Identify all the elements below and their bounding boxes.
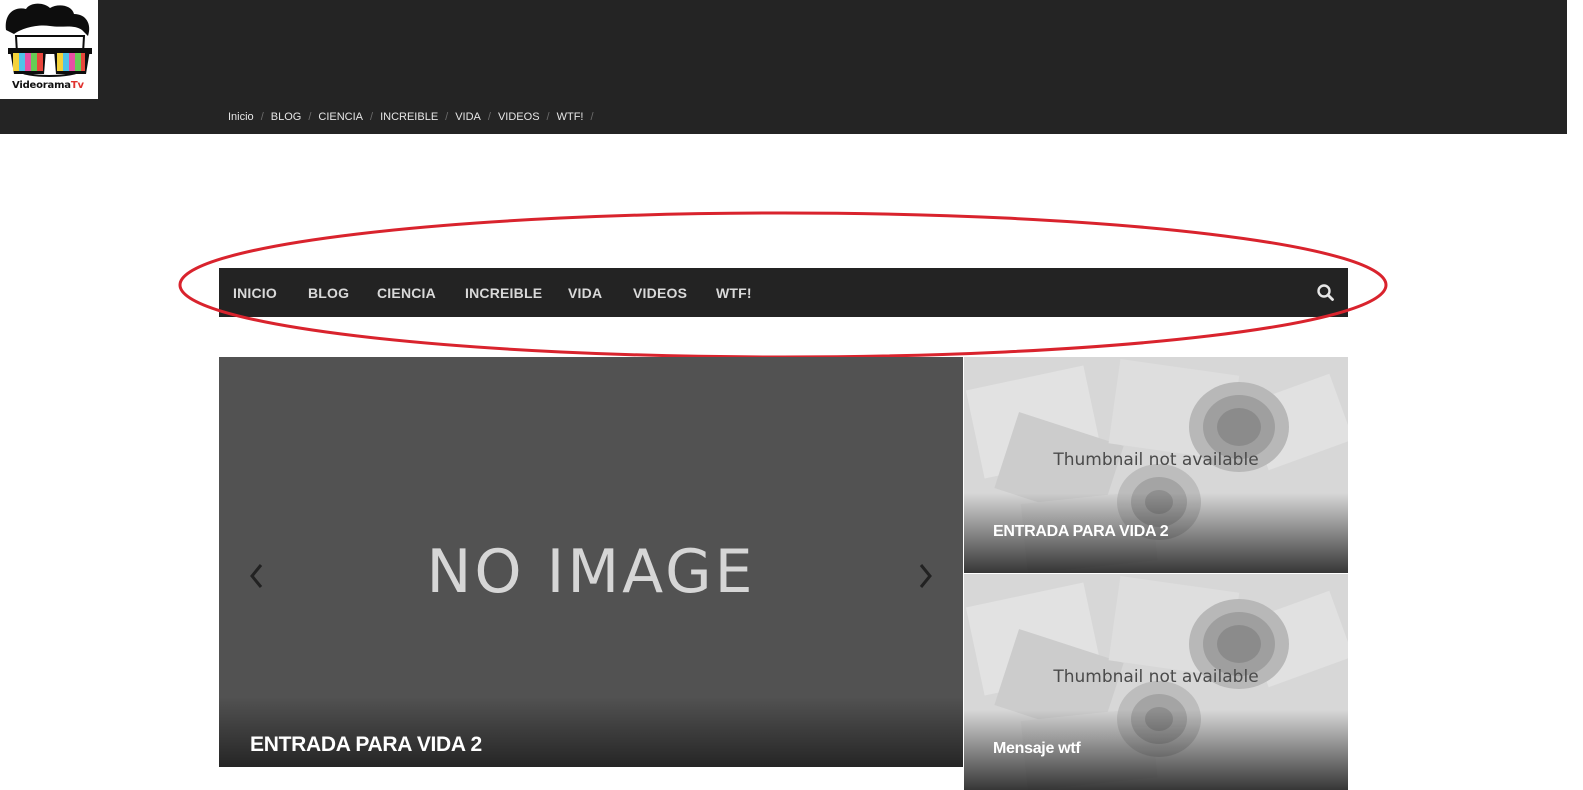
breadcrumb-item-increible[interactable]: INCREIBLE [380,111,438,123]
breadcrumb-item-blog[interactable]: BLOG [271,111,302,123]
breadcrumb-separator: / [308,111,312,123]
side-post-title[interactable]: ENTRADA PARA VIDA 2 [993,523,1169,541]
chevron-right-icon[interactable] [915,561,935,591]
nav-item-wtf[interactable]: WTF! [716,285,752,301]
main-nav: INICIO BLOG CIENCIA INCREIBLE VIDA VIDEO… [219,268,1348,317]
page-edge [1567,0,1583,767]
no-image-placeholder: NO IMAGE [426,537,756,607]
breadcrumb-item-inicio[interactable]: Inicio [228,111,254,123]
chevron-left-icon[interactable] [247,561,267,591]
slide-title[interactable]: ENTRADA PARA VIDA 2 [250,733,482,757]
site-logo[interactable]: VideoramaTv [0,0,98,99]
logo-wordmark: VideoramaTv [12,80,84,91]
logo-glasses-icon [5,3,92,77]
breadcrumb-separator: / [487,111,491,123]
side-post-title[interactable]: Mensaje wtf [993,740,1081,758]
breadcrumb-separator: / [260,111,264,123]
breadcrumb-separator: / [590,111,594,123]
logo-wordmark-accent: Tv [70,80,84,91]
nav-item-blog[interactable]: BLOG [308,285,349,301]
breadcrumb-item-wtf[interactable]: WTF! [557,111,584,123]
nav-item-videos[interactable]: VIDEOS [633,285,687,301]
breadcrumb: Inicio / BLOG / CIENCIA / INCREIBLE / VIDA / … [228,110,601,124]
breadcrumb-separator: / [445,111,449,123]
breadcrumb-separator: / [370,111,374,123]
breadcrumb-item-ciencia[interactable]: CIENCIA [318,111,363,123]
search-icon[interactable] [1315,282,1337,304]
breadcrumb-item-vida[interactable]: VIDA [455,111,481,123]
nav-item-increible[interactable]: INCREIBLE [465,285,542,301]
thumbnail-unavailable-text: Thumbnail not available [1053,667,1259,687]
breadcrumb-item-videos[interactable]: VIDEOS [498,111,540,123]
side-post-card[interactable]: Thumbnail not available Mensaje wtf [964,574,1348,790]
nav-item-inicio[interactable]: INICIO [233,285,277,301]
side-post-card[interactable]: Thumbnail not available ENTRADA PARA VID… [964,357,1348,573]
featured-slider[interactable]: NO IMAGE ENTRADA PARA VIDA 2 [219,357,963,767]
breadcrumb-separator: / [546,111,550,123]
logo-wordmark-main: Videorama [12,80,71,91]
thumbnail-unavailable-text: Thumbnail not available [1053,450,1259,470]
nav-item-vida[interactable]: VIDA [568,285,602,301]
nav-item-ciencia[interactable]: CIENCIA [377,285,436,301]
